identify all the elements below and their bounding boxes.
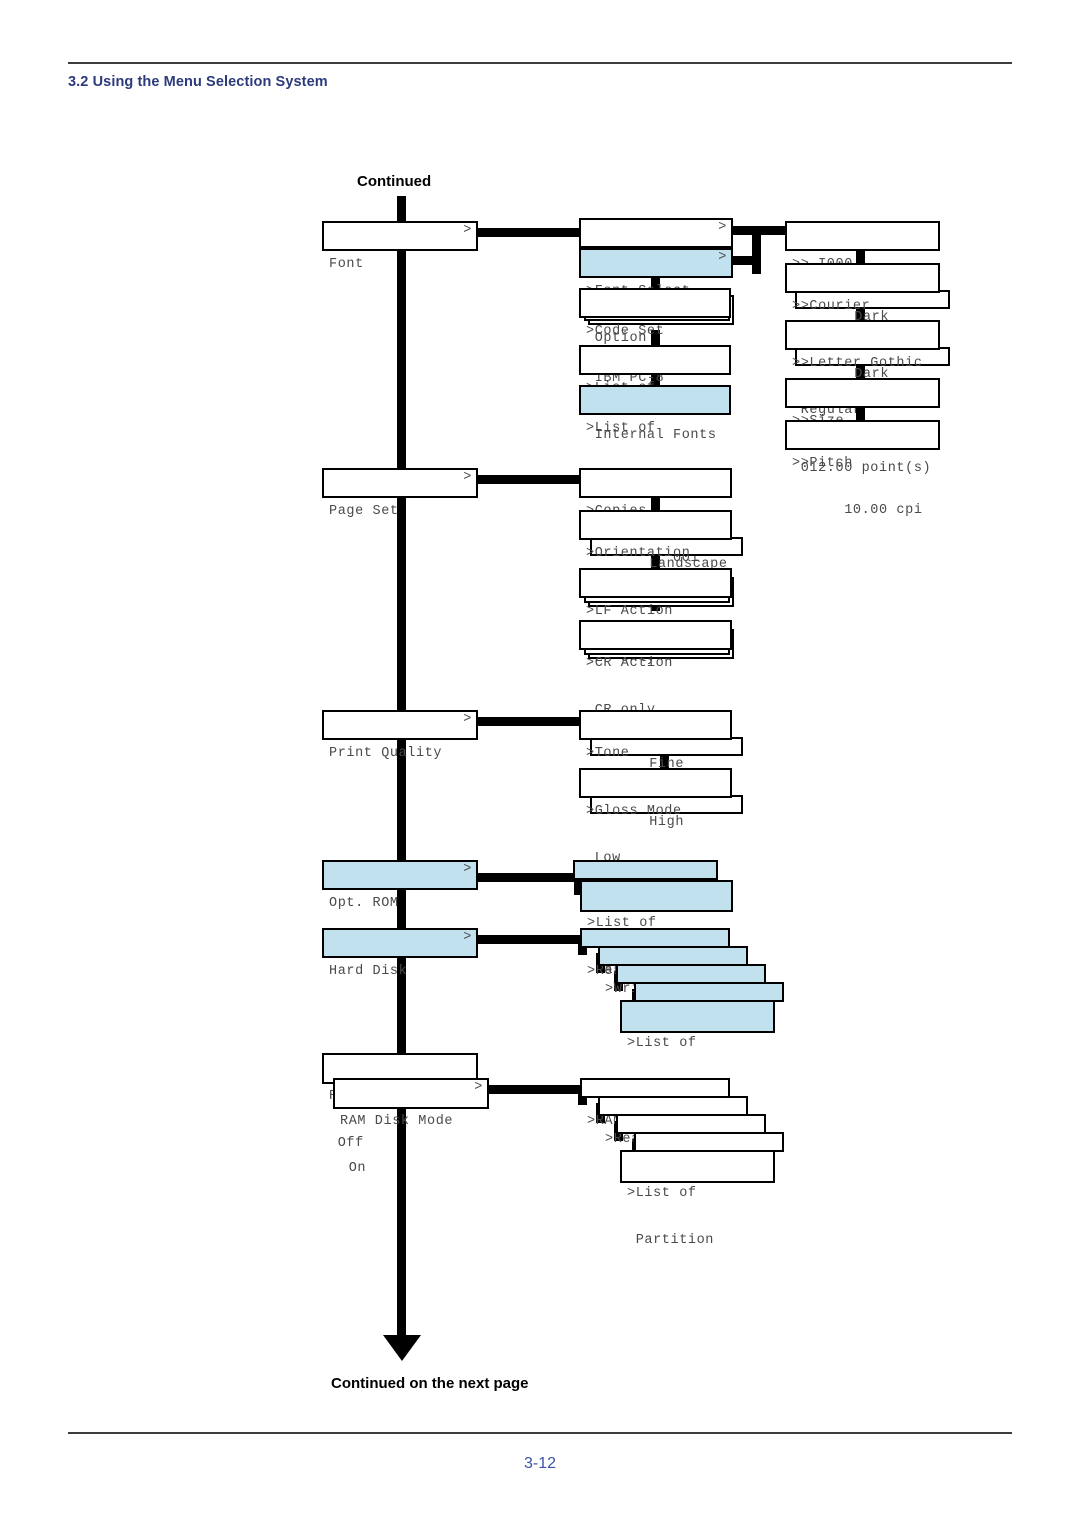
ram-disk-on-line2: On: [340, 1160, 367, 1176]
connector-opt-rom: [470, 873, 580, 882]
opt-rom-line1: Opt. ROM: [329, 896, 399, 911]
menu-font-select-internal[interactable]: >Font Select Internal >: [579, 218, 733, 316]
print-quality-arrow: >: [463, 712, 472, 727]
menu-courier[interactable]: >>Courier Regular: [785, 263, 940, 361]
continued-label: Continued: [357, 173, 432, 190]
manual-page: 3.2 Using the Menu Selection System Cont…: [0, 0, 1080, 1528]
hard-disk-arrow: >: [463, 930, 472, 945]
menu-ram-list-partition[interactable]: >List of Partition: [620, 1150, 775, 1248]
connector-fontsel-right-vert: [752, 226, 761, 274]
orientation-line1: >Orientation: [586, 546, 691, 561]
menu-hd-read-data[interactable]: >Read Data: [580, 928, 730, 979]
menu-font[interactable]: Font >: [322, 221, 478, 272]
menu-list-internal-fonts[interactable]: >List of Internal Fonts: [579, 345, 731, 443]
courier-line1: >>Courier: [792, 299, 871, 314]
menu-font-select-option[interactable]: >Font Select Option >: [579, 248, 733, 346]
menu-opt-rom-read-data[interactable]: >Read Data: [573, 860, 718, 911]
flow-arrowhead: [383, 1335, 421, 1361]
page-set-arrow: >: [463, 470, 472, 485]
menu-code-set[interactable]: >Code Set IBM PC-8: [579, 288, 731, 386]
code-set-line1: >Code Set: [586, 324, 665, 339]
letter-gothic-line1: >>Letter Gothic: [792, 356, 923, 371]
menu-orientation[interactable]: >Orientation Portrait: [579, 510, 732, 608]
footer-rule: [68, 1432, 1012, 1434]
menu-font-line1: Font: [329, 257, 364, 272]
menu-list-option-fonts[interactable]: >List of Option Fonts: [579, 385, 731, 483]
menu-font-id[interactable]: >> I000: [785, 221, 940, 272]
menu-pitch[interactable]: >>Pitch 10.00 cpi: [785, 420, 940, 518]
menu-hd-write-data[interactable]: >Write Data: [598, 946, 748, 997]
header-rule: [68, 62, 1012, 64]
ram-disk-on-line1: RAM Disk Mode: [340, 1114, 454, 1129]
menu-lf-action[interactable]: >LF Action LF only: [579, 568, 732, 666]
font-select-option-arrow: >: [718, 250, 727, 265]
hard-disk-line1: Hard Disk: [329, 964, 408, 979]
lf-action-line1: >LF Action: [586, 604, 674, 619]
menu-hd-list-partition[interactable]: >List of Partition: [620, 1000, 775, 1098]
menu-ram-disk-size[interactable]: >RAM Disk Size: [580, 1078, 730, 1129]
hd-list-partition-line1: >List of: [627, 1036, 697, 1051]
menu-copies[interactable]: >Copies 001: [579, 468, 732, 566]
menu-ram-disk-mode-on[interactable]: RAM Disk Mode On >: [333, 1078, 489, 1176]
menu-size[interactable]: >>Size 012.00 point(s): [785, 378, 940, 476]
menu-ram-read-data[interactable]: >Read Data: [598, 1096, 748, 1147]
connector-print-quality: [470, 717, 588, 726]
menu-gloss-mode[interactable]: >Gloss Mode Low: [579, 768, 732, 866]
pitch-line2: 10.00 cpi: [792, 502, 923, 518]
menu-ram-write-data[interactable]: >Write Data: [616, 1114, 766, 1165]
menu-tone[interactable]: >Tone Normal: [579, 710, 732, 808]
connector-hard-disk: [470, 935, 582, 944]
menu-ram-delete-data[interactable]: >Delete Data: [634, 1132, 784, 1183]
connector-font: [470, 228, 588, 237]
menu-hd-format[interactable]: >Format: [634, 982, 784, 1033]
menu-opt-rom[interactable]: Opt. ROM >: [322, 860, 478, 911]
ram-list-partition-line2: Partition: [627, 1232, 715, 1248]
menu-hd-delete-data[interactable]: >Delete Data: [616, 964, 766, 1015]
menu-page-set[interactable]: Page Set >: [322, 468, 478, 519]
opt-rom-arrow: >: [463, 862, 472, 877]
tone-line1: >Tone: [586, 746, 630, 761]
print-quality-line1: Print Quality: [329, 746, 443, 761]
menu-opt-rom-list-partitions[interactable]: >List of Partitions: [580, 880, 733, 978]
ram-list-partition-line1: >List of: [627, 1186, 697, 1201]
cr-action-line1: >CR Action: [586, 656, 674, 671]
connector-ram-disk: [482, 1085, 582, 1094]
list-option-fonts-line1: >List of: [586, 421, 656, 436]
pitch-line1: >>Pitch: [792, 456, 853, 471]
ram-disk-on-arrow: >: [474, 1080, 483, 1095]
menu-cr-action[interactable]: >CR Action CR only: [579, 620, 732, 718]
connector-page-set: [470, 475, 588, 484]
menu-letter-gothic[interactable]: >>Letter Gothic Regular: [785, 320, 940, 418]
menu-print-quality[interactable]: Print Quality >: [322, 710, 478, 761]
section-header: 3.2 Using the Menu Selection System: [68, 74, 328, 90]
menu-hard-disk[interactable]: Hard Disk >: [322, 928, 478, 979]
menu-font-arrow: >: [463, 223, 472, 238]
font-select-internal-arrow: >: [718, 220, 727, 235]
gloss-mode-line1: >Gloss Mode: [586, 804, 682, 819]
continued-next-page-label: Continued on the next page: [331, 1375, 529, 1392]
page-set-line1: Page Set: [329, 504, 399, 519]
page-number: 3-12: [523, 1455, 557, 1472]
